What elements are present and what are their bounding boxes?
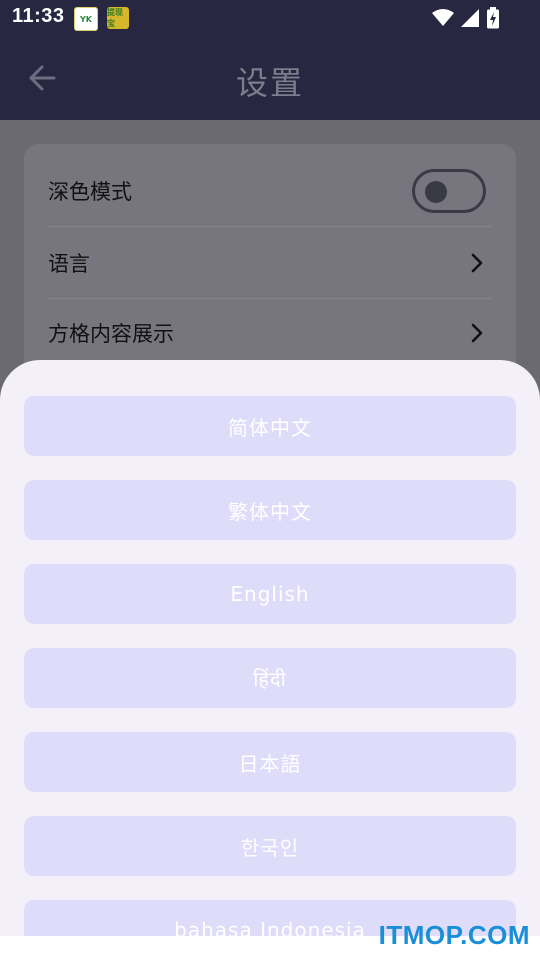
- language-option-hi[interactable]: हिंदी: [24, 648, 516, 708]
- game-app-icon: 提现宝: [107, 7, 129, 29]
- system-icons: [432, 7, 500, 29]
- chevron-right-icon: [471, 323, 483, 343]
- setting-label-language: 语言: [48, 252, 90, 276]
- setting-row-dark-mode[interactable]: 深色模式: [48, 156, 492, 227]
- status-time: 11:33: [12, 5, 65, 27]
- language-option-zh-hant[interactable]: 繁体中文: [24, 480, 516, 540]
- chevron-right-icon: [471, 253, 483, 273]
- language-option-ko[interactable]: 한국인: [24, 816, 516, 876]
- setting-label-grid-display: 方格内容展示: [48, 322, 174, 346]
- language-option-en[interactable]: English: [24, 564, 516, 624]
- setting-row-language[interactable]: 语言: [48, 228, 492, 299]
- language-bottom-sheet: 简体中文 繁体中文 English हिंदी 日本語 한국인 bahasa I…: [0, 360, 540, 936]
- app-bar: 设置: [0, 36, 540, 120]
- wifi-icon: [432, 9, 454, 26]
- status-bar: 11:33 YK 提现宝: [0, 0, 540, 36]
- language-option-ja[interactable]: 日本語: [24, 732, 516, 792]
- setting-label-dark-mode: 深色模式: [48, 180, 132, 204]
- dark-mode-toggle[interactable]: [412, 169, 486, 213]
- signal-icon: [461, 9, 479, 27]
- watermark-logo: ITMOP.COM: [378, 920, 530, 950]
- language-option-zh-hans[interactable]: 简体中文: [24, 396, 516, 456]
- page-title: 设置: [235, 64, 304, 102]
- yk-app-icon: YK: [74, 7, 98, 31]
- toggle-knob: [425, 181, 447, 203]
- battery-charging-icon: [487, 7, 499, 29]
- setting-row-grid-display[interactable]: 方格内容展示: [48, 298, 492, 368]
